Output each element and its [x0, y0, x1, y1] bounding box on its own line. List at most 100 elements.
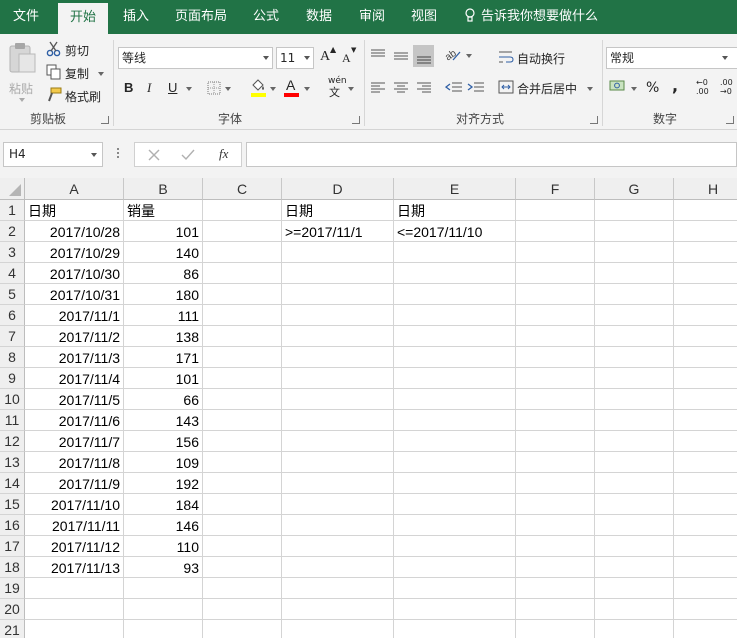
row-header[interactable]: 20 — [0, 599, 25, 620]
borders-dropdown-arrow[interactable] — [225, 87, 231, 91]
cell-sales[interactable]: 146 — [124, 515, 202, 536]
cell-a1[interactable]: 日期 — [25, 200, 123, 221]
clipboard-launcher-icon[interactable] — [101, 116, 109, 124]
row-header[interactable]: 21 — [0, 620, 25, 638]
cell-date[interactable]: 2017/11/4 — [25, 368, 123, 389]
phonetic-button[interactable]: wén 文 — [326, 76, 356, 99]
tab-view[interactable]: 视图 — [402, 0, 446, 34]
phonetic-dropdown-arrow[interactable] — [348, 87, 354, 91]
font-color-button[interactable]: A — [283, 77, 311, 98]
row-header[interactable]: 13 — [0, 452, 25, 473]
comma-style-button[interactable]: , — [672, 76, 678, 95]
cell-date[interactable]: 2017/10/28 — [25, 221, 123, 242]
align-middle-icon[interactable] — [393, 49, 409, 63]
row-header[interactable]: 19 — [0, 578, 25, 599]
tab-file[interactable]: 文件 — [0, 0, 52, 34]
cell-date[interactable]: 2017/11/5 — [25, 389, 123, 410]
cell-sales[interactable]: 93 — [124, 557, 202, 578]
percent-style-button[interactable]: % — [646, 80, 659, 96]
cell-date[interactable]: 2017/11/7 — [25, 431, 123, 452]
cell-date[interactable]: 2017/10/29 — [25, 242, 123, 263]
cell-b1[interactable]: 销量 — [124, 200, 202, 221]
cell-sales[interactable]: 110 — [124, 536, 202, 557]
cell-d2[interactable]: >=2017/11/1 — [282, 221, 393, 242]
tab-page-layout[interactable]: 页面布局 — [168, 0, 234, 34]
decrease-indent-icon[interactable] — [445, 81, 463, 95]
cell-sales[interactable]: 140 — [124, 242, 202, 263]
insert-function-button[interactable]: fx — [219, 146, 228, 162]
cell-date[interactable]: 2017/11/13 — [25, 557, 123, 578]
cell-date[interactable]: 2017/11/2 — [25, 326, 123, 347]
underline-button[interactable]: U — [168, 80, 177, 95]
cell-sales[interactable]: 143 — [124, 410, 202, 431]
cell-e1[interactable]: 日期 — [394, 200, 515, 221]
column-header-f[interactable]: F — [516, 178, 595, 200]
row-header[interactable]: 6 — [0, 305, 25, 326]
cell-sales[interactable]: 171 — [124, 347, 202, 368]
column-header-b[interactable]: B — [124, 178, 203, 200]
column-header-h[interactable]: H — [674, 178, 737, 200]
wrap-text-button[interactable]: 自动换行 — [498, 48, 568, 68]
align-right-icon[interactable] — [416, 81, 432, 95]
font-size-combo[interactable]: 11 — [276, 47, 314, 69]
cell-d1[interactable]: 日期 — [282, 200, 393, 221]
cut-button[interactable]: 剪切 — [46, 40, 106, 60]
cell-sales[interactable]: 111 — [124, 305, 202, 326]
select-all-button[interactable] — [0, 178, 25, 200]
format-painter-button[interactable]: 格式刷 — [46, 86, 108, 106]
cell-sales[interactable]: 101 — [124, 221, 202, 242]
copy-dropdown-arrow[interactable] — [98, 72, 104, 76]
tab-data[interactable]: 数据 — [297, 0, 341, 34]
column-header-a[interactable]: A — [25, 178, 124, 200]
cell-sales[interactable]: 109 — [124, 452, 202, 473]
font-launcher-icon[interactable] — [352, 116, 360, 124]
cell-date[interactable]: 2017/11/1 — [25, 305, 123, 326]
cancel-icon[interactable] — [147, 148, 161, 162]
tab-insert[interactable]: 插入 — [114, 0, 158, 34]
alignment-launcher-icon[interactable] — [590, 116, 598, 124]
formula-input[interactable] — [246, 142, 737, 167]
borders-button[interactable] — [207, 81, 231, 97]
cell-sales[interactable]: 138 — [124, 326, 202, 347]
cell-sales[interactable]: 66 — [124, 389, 202, 410]
italic-button[interactable]: I — [147, 80, 151, 96]
accounting-dropdown-arrow[interactable] — [631, 87, 637, 91]
tab-formulas[interactable]: 公式 — [244, 0, 288, 34]
column-header-e[interactable]: E — [394, 178, 516, 200]
decrease-decimal-button[interactable]: .00 →0 — [720, 78, 737, 98]
cell-sales[interactable]: 180 — [124, 284, 202, 305]
increase-indent-icon[interactable] — [467, 81, 485, 95]
cell-date[interactable]: 2017/11/10 — [25, 494, 123, 515]
align-left-icon[interactable] — [370, 81, 386, 95]
copy-button[interactable]: 复制 — [46, 63, 108, 83]
paste-dropdown-arrow[interactable] — [19, 98, 25, 102]
row-header[interactable]: 9 — [0, 368, 25, 389]
row-header[interactable]: 11 — [0, 410, 25, 431]
row-header[interactable]: 5 — [0, 284, 25, 305]
cell-date[interactable]: 2017/11/12 — [25, 536, 123, 557]
row-header[interactable]: 2 — [0, 221, 25, 242]
number-launcher-icon[interactable] — [726, 116, 734, 124]
paste-button[interactable]: 粘贴 — [4, 40, 40, 102]
enter-check-icon[interactable] — [181, 148, 195, 162]
align-top-icon[interactable] — [370, 49, 386, 63]
row-header[interactable]: 16 — [0, 515, 25, 536]
cell-sales[interactable]: 184 — [124, 494, 202, 515]
decrease-font-size-button[interactable]: A ▼ — [342, 46, 356, 68]
accounting-format-button[interactable] — [609, 79, 639, 99]
align-bottom-button[interactable] — [413, 45, 434, 67]
cell-e2[interactable]: <=2017/11/10 — [394, 221, 515, 242]
cell-sales[interactable]: 192 — [124, 473, 202, 494]
column-header-c[interactable]: C — [203, 178, 282, 200]
cell-date[interactable]: 2017/10/31 — [25, 284, 123, 305]
fill-color-button[interactable] — [250, 78, 278, 98]
cell-date[interactable]: 2017/11/9 — [25, 473, 123, 494]
orientation-button[interactable]: ab — [443, 46, 474, 66]
formula-bar-grip-icon[interactable] — [117, 148, 120, 162]
increase-font-size-button[interactable]: A ▲ — [320, 45, 336, 68]
row-header[interactable]: 17 — [0, 536, 25, 557]
row-header[interactable]: 18 — [0, 557, 25, 578]
cell-sales[interactable]: 156 — [124, 431, 202, 452]
orientation-dropdown-arrow[interactable] — [466, 54, 472, 58]
cell-date[interactable]: 2017/10/30 — [25, 263, 123, 284]
